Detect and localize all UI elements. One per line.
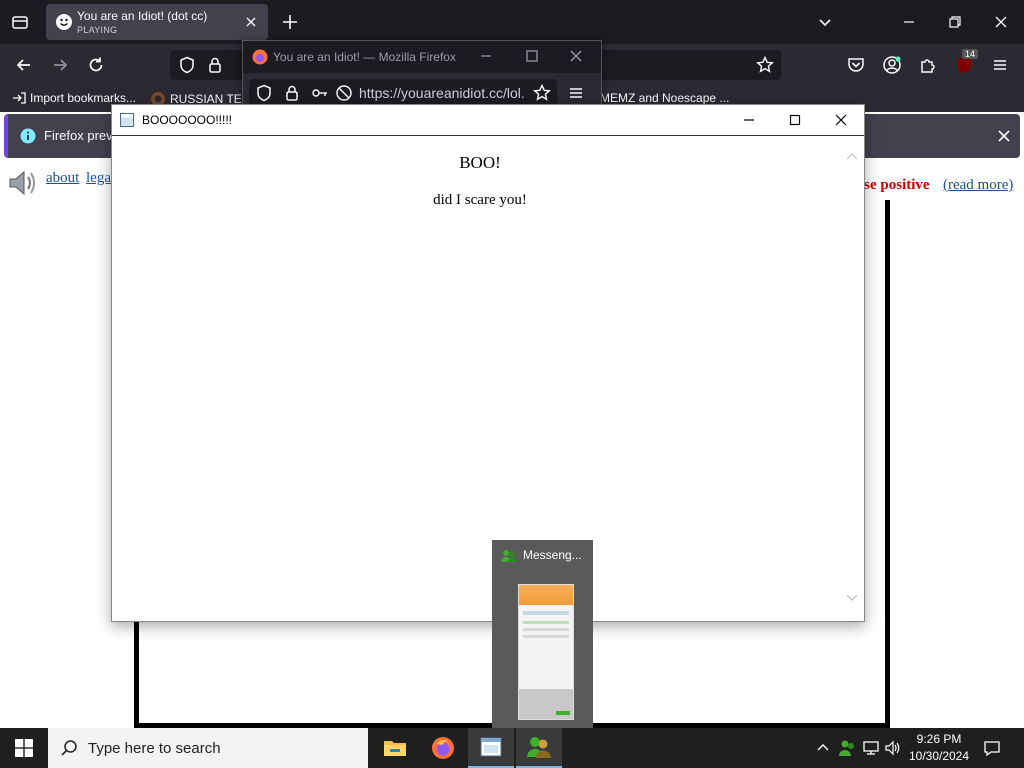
reload-icon[interactable] [82, 51, 110, 79]
shield-icon[interactable] [178, 56, 196, 74]
booooo-dialog-window: BOOOOOOO!!!!! BOO! did I scare you! [111, 104, 865, 622]
messenger-tray-icon[interactable] [836, 728, 858, 768]
thumbnail-title: Messeng... [523, 548, 582, 562]
messenger-buddy-icon [501, 549, 517, 563]
read-more-link[interactable]: (read more) [943, 177, 1013, 194]
booooo-window-taskbar-icon[interactable] [468, 728, 514, 768]
volume-icon[interactable] [882, 728, 904, 768]
popup-close-icon[interactable] [569, 49, 583, 63]
notifications-icon[interactable] [978, 728, 1006, 768]
tab-title: You are an Idiot! (dot cc) [77, 9, 208, 23]
popup-url-bar[interactable]: https://youareanidiot.cc/lol. [249, 79, 557, 107]
tab-close-icon[interactable] [242, 13, 260, 31]
restore-icon[interactable] [940, 8, 970, 36]
network-icon[interactable] [860, 728, 882, 768]
ublock-extension-icon[interactable]: 14 [950, 49, 979, 79]
firefox-taskbar-icon[interactable] [420, 728, 466, 768]
account-icon[interactable] [878, 51, 906, 79]
smiley-icon [56, 14, 72, 30]
dialog-minimize-icon[interactable] [726, 105, 772, 135]
popup-menu-icon[interactable] [567, 84, 585, 102]
bookmark-label: Import bookmarks... [30, 91, 137, 105]
minimize-icon[interactable] [894, 8, 924, 36]
start-windows-icon[interactable] [0, 728, 48, 768]
clock-time: 9:26 PM [916, 732, 962, 746]
info-icon [20, 128, 36, 144]
messenger-taskbar-icon[interactable] [516, 728, 562, 768]
bookmark-star-icon[interactable] [756, 56, 774, 74]
forward-arrow-icon[interactable] [46, 51, 74, 79]
lock-icon[interactable] [206, 56, 224, 74]
notification-close-icon[interactable] [994, 126, 1014, 146]
popup-maximize-icon[interactable] [525, 49, 539, 63]
window-app-icon [120, 113, 134, 127]
show-hidden-icons-chevron-icon[interactable] [812, 728, 834, 768]
bookmark-memz[interactable]: MEMZ and Noescape ... [600, 91, 729, 105]
speaker-icon[interactable] [6, 166, 40, 200]
tab-status: PLAYING [77, 25, 118, 35]
clock-date: 10/30/2024 [908, 749, 970, 763]
autoplay-blocked-icon[interactable] [335, 84, 353, 102]
hamburger-menu-icon[interactable] [986, 51, 1014, 79]
pocket-icon[interactable] [842, 51, 870, 79]
popup-url-text: https://youareanidiot.cc/lol. [359, 85, 525, 101]
dialog-close-icon[interactable] [818, 105, 864, 135]
tab-list-button[interactable] [6, 8, 34, 36]
list-all-tabs-chevron-icon[interactable] [810, 8, 840, 36]
dialog-title-bar[interactable]: BOOOOOOO!!!!! [112, 105, 864, 136]
dialog-maximize-icon[interactable] [772, 105, 818, 135]
about-link[interactable]: about [46, 170, 79, 187]
file-explorer-icon[interactable] [372, 728, 418, 768]
extensions-puzzle-icon[interactable] [914, 51, 942, 79]
popup-minimize-icon[interactable] [479, 49, 493, 63]
extension-badge: 14 [962, 49, 979, 59]
taskbar-thumbnail-preview[interactable]: Messeng... [492, 540, 593, 728]
system-clock[interactable]: 9:26 PM 10/30/2024 [904, 731, 974, 765]
tab-list-icon [12, 16, 28, 29]
popup-title: You are an Idiot! — Mozilla Firefox [273, 50, 456, 64]
close-window-icon[interactable] [986, 8, 1016, 36]
search-icon [60, 739, 78, 757]
bookmark-import[interactable]: Import bookmarks... [12, 91, 136, 105]
bookmark-star-icon[interactable] [533, 84, 551, 102]
new-tab-plus-icon[interactable] [278, 10, 302, 34]
bookmark-label: MEMZ and Noescape ... [600, 91, 730, 105]
windows-taskbar: Type here to search 9:26 PM 10/30/2024 [0, 728, 1024, 768]
legal-link[interactable]: lega [86, 170, 111, 187]
popup-title-bar[interactable]: You are an Idiot! — Mozilla Firefox [243, 41, 601, 73]
taskbar-search-box[interactable]: Type here to search [48, 728, 368, 768]
back-arrow-icon[interactable] [10, 51, 38, 79]
scare-message: did I scare you! [433, 192, 527, 208]
scroll-up-chevron-icon[interactable] [846, 151, 858, 163]
import-icon [13, 92, 26, 104]
firefox-icon [252, 49, 268, 65]
dialog-title: BOOOOOOO!!!!! [142, 113, 233, 127]
page-frame-border-left [134, 618, 139, 728]
false-positive-text: lse positive [860, 177, 930, 193]
scroll-down-chevron-icon[interactable] [846, 591, 858, 603]
lock-icon[interactable] [283, 84, 301, 102]
search-placeholder: Type here to search [88, 740, 221, 757]
messenger-window-preview [518, 584, 574, 720]
permissions-icon[interactable] [311, 84, 329, 102]
boo-heading: BOO! [459, 153, 501, 172]
tab-youareanidiot[interactable]: You are an Idiot! (dot cc) PLAYING [46, 4, 268, 40]
tab-bar: You are an Idiot! (dot cc) PLAYING [0, 0, 1024, 44]
shield-icon[interactable] [255, 84, 273, 102]
